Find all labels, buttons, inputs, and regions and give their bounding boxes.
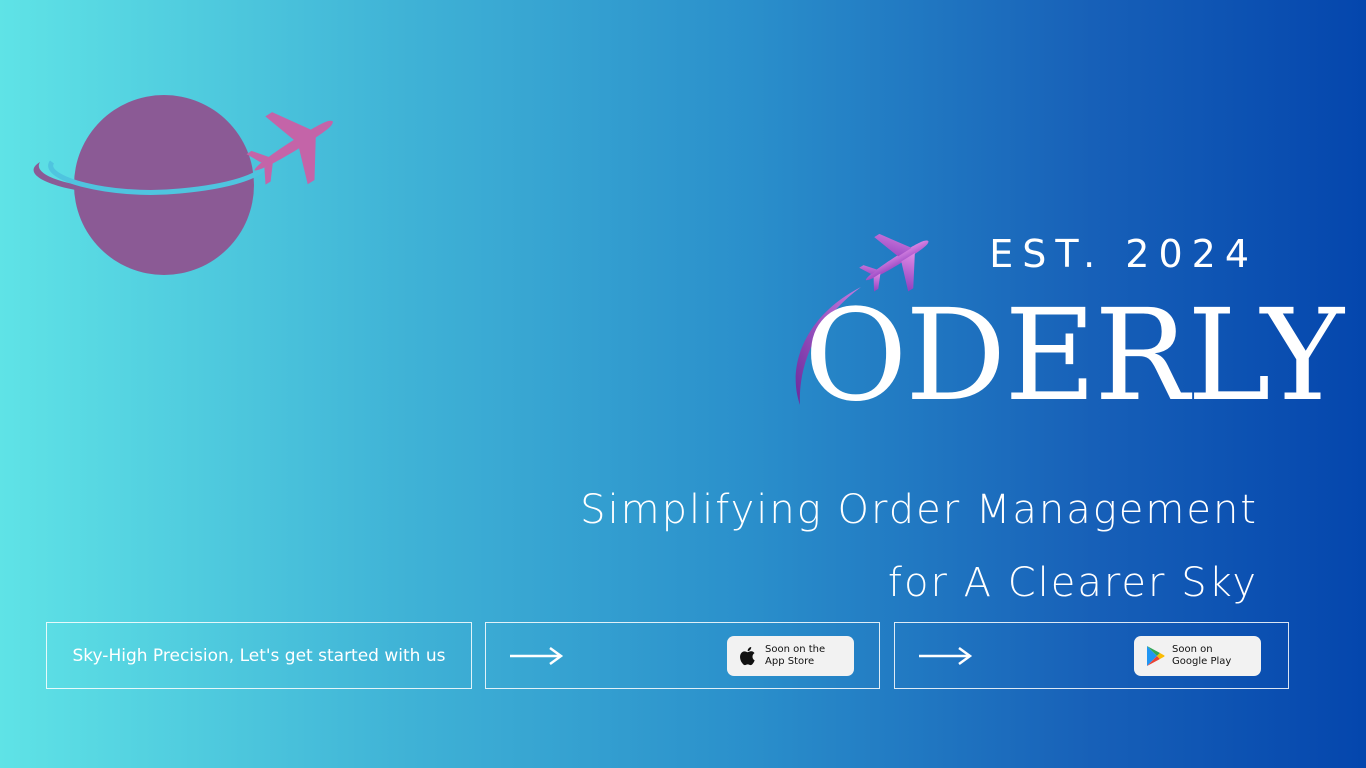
google-play-box[interactable]: Soon on Google Play <box>894 622 1289 689</box>
google-play-line-2: Google Play <box>1172 656 1232 667</box>
globe-plane-logo-icon <box>33 95 333 275</box>
brand-name: ODERLY <box>804 282 1344 429</box>
google-play-icon <box>1147 646 1165 666</box>
arrow-right-icon <box>510 646 564 666</box>
tagline: Simplifying Order Management for A Clear… <box>580 474 1258 620</box>
cta-box[interactable]: Sky-High Precision, Let's get started wi… <box>46 622 472 689</box>
google-play-line-1: Soon on <box>1172 644 1213 655</box>
google-play-badge-text: Soon on Google Play <box>1172 644 1231 668</box>
app-store-line-1: Soon on the <box>765 644 826 655</box>
logo <box>30 90 340 280</box>
apple-icon <box>740 647 755 666</box>
tagline-line-1: Simplifying Order Management <box>580 487 1258 533</box>
app-store-badge-text: Soon on the App Store <box>765 644 825 668</box>
tagline-line-2: for A Clearer Sky <box>887 560 1258 606</box>
cta-text: Sky-High Precision, Let's get started wi… <box>72 645 446 666</box>
app-store-box[interactable]: Soon on the App Store <box>485 622 880 689</box>
app-store-badge[interactable]: Soon on the App Store <box>727 636 854 676</box>
arrow-right-icon <box>919 646 973 666</box>
google-play-badge[interactable]: Soon on Google Play <box>1134 636 1261 676</box>
app-store-line-2: App Store <box>765 656 815 667</box>
brand-block: ODERLY <box>786 225 1356 440</box>
